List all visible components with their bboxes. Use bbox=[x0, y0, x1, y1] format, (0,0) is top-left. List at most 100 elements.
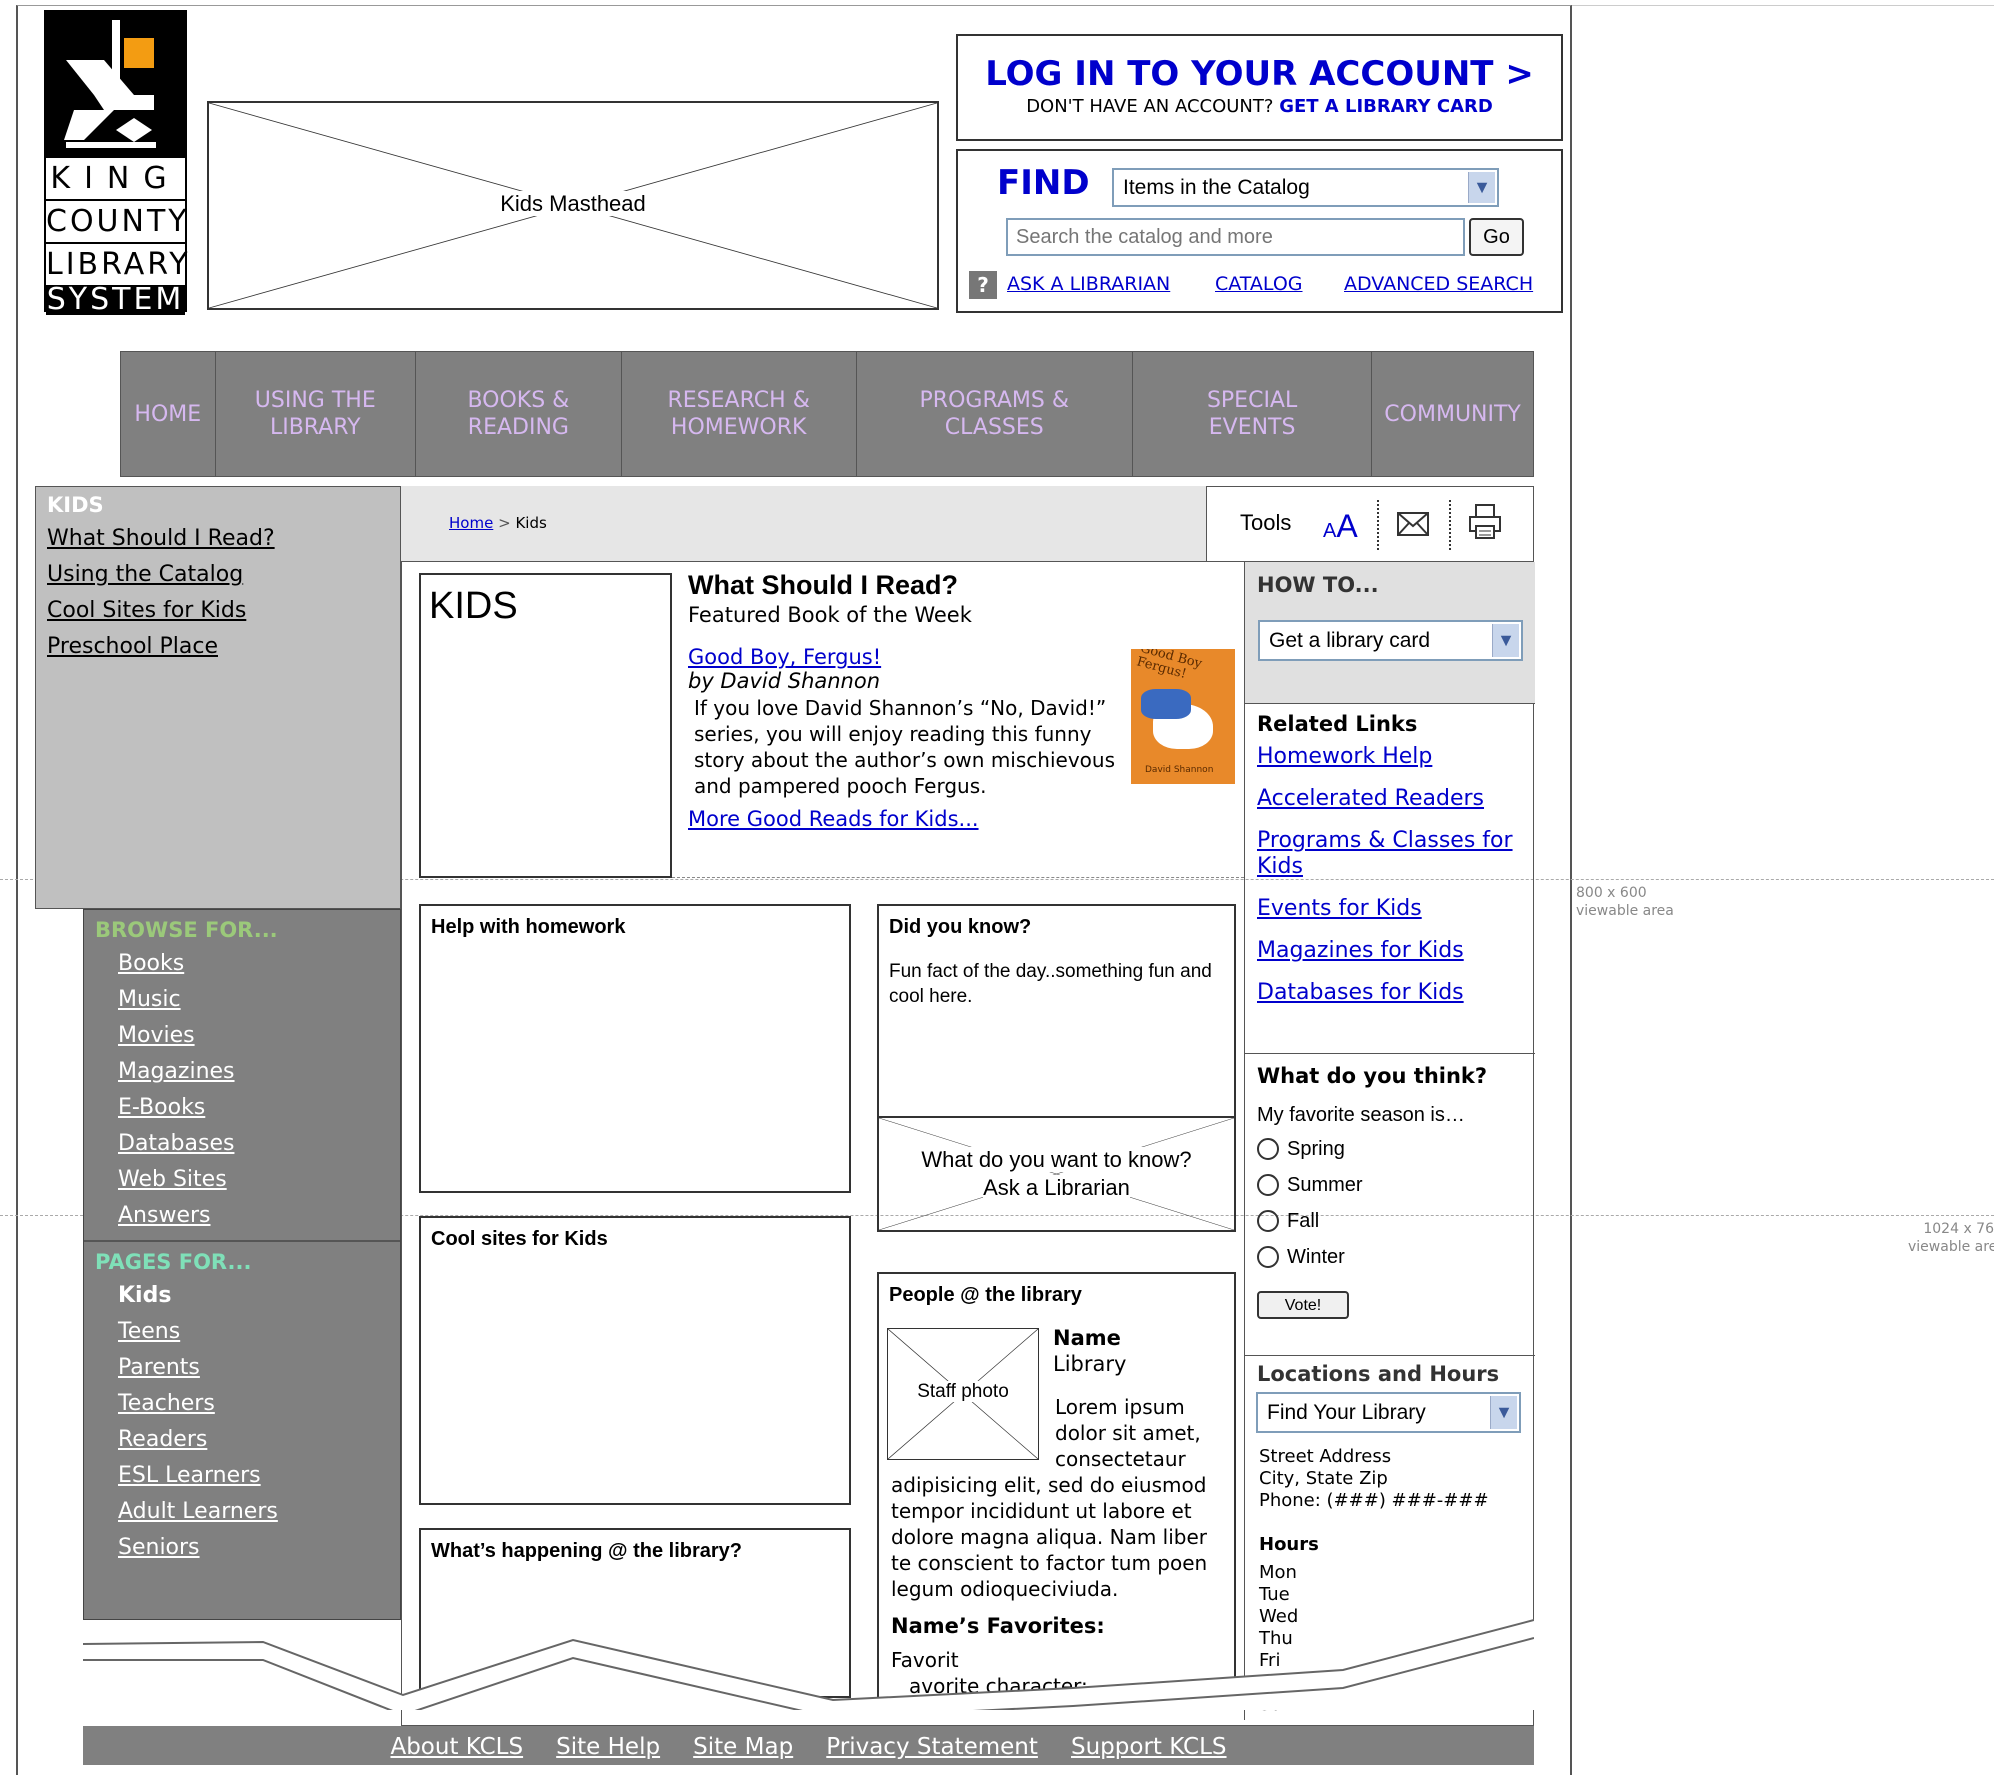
kcls-logo[interactable]: KING COUNTY LIBRARY SYSTEM bbox=[44, 10, 188, 317]
browse-magazines[interactable]: Magazines bbox=[118, 1054, 400, 1090]
footer-site-map-link[interactable]: Site Map bbox=[693, 1734, 793, 1760]
ask-librarian-banner[interactable]: What do you want to know? Ask a Librarian bbox=[877, 1116, 1236, 1232]
ask-a-librarian-link[interactable]: ASK A LIBRARIAN bbox=[1007, 273, 1170, 295]
browse-music[interactable]: Music bbox=[118, 982, 400, 1018]
nav-research-homework[interactable]: RESEARCH & HOMEWORK bbox=[622, 352, 857, 476]
poll-option-fall[interactable]: Fall bbox=[1257, 1203, 1535, 1239]
login-link[interactable]: LOG IN TO YOUR ACCOUNT > bbox=[958, 54, 1561, 94]
help-icon: ? bbox=[969, 271, 997, 299]
browse-answers[interactable]: Answers bbox=[118, 1198, 400, 1234]
homework-title: Help with homework bbox=[431, 916, 626, 938]
browse-books[interactable]: Books bbox=[118, 946, 400, 982]
kids-title: KIDS bbox=[429, 585, 518, 627]
footer-site-help-link[interactable]: Site Help bbox=[556, 1734, 660, 1760]
poll-option-summer[interactable]: Summer bbox=[1257, 1167, 1535, 1203]
logo-mark bbox=[44, 10, 187, 156]
related-accelerated-readers[interactable]: Accelerated Readers bbox=[1257, 786, 1527, 812]
pages-kids-current: Kids bbox=[118, 1283, 172, 1308]
happening-title: What’s happening @ the library? bbox=[431, 1540, 743, 1562]
pages-readers[interactable]: Readers bbox=[118, 1422, 400, 1458]
poll-option-label: Fall bbox=[1287, 1209, 1320, 1232]
pages-seniors[interactable]: Seniors bbox=[118, 1530, 400, 1566]
poll-question: My favorite season is… bbox=[1257, 1104, 1465, 1126]
cool-sites-panel: Cool sites for Kids bbox=[419, 1216, 851, 1505]
catalog-link[interactable]: CATALOG bbox=[1215, 273, 1303, 295]
cool-sites-title: Cool sites for Kids bbox=[431, 1228, 608, 1250]
radio-icon bbox=[1257, 1246, 1279, 1268]
browse-sidebar: BROWSE FOR... Books Music Movies Magazin… bbox=[83, 909, 401, 1620]
locations-title: Locations and Hours bbox=[1257, 1362, 1500, 1386]
tools-divider bbox=[1377, 500, 1379, 550]
poll-option-winter[interactable]: Winter bbox=[1257, 1239, 1535, 1275]
browse-web-sites[interactable]: Web Sites bbox=[118, 1162, 400, 1198]
sidebar-link-what-should-i-read[interactable]: What Should I Read? bbox=[47, 521, 400, 557]
book-cover-image[interactable]: Good Boy Fergus! David Shannon bbox=[1131, 649, 1235, 784]
pages-esl-learners[interactable]: ESL Learners bbox=[118, 1458, 400, 1494]
city-state-zip: City, State Zip bbox=[1259, 1468, 1388, 1489]
poll-option-spring[interactable]: Spring bbox=[1257, 1131, 1535, 1167]
browse-databases[interactable]: Databases bbox=[118, 1126, 400, 1162]
hours-title: Hours bbox=[1259, 1534, 1319, 1555]
footer-about-link[interactable]: About KCLS bbox=[390, 1734, 523, 1760]
cover-author: David Shannon bbox=[1145, 765, 1214, 775]
logo-wordmark: KING COUNTY LIBRARY SYSTEM bbox=[44, 156, 188, 317]
breadcrumb-row: Home > Kids bbox=[449, 514, 547, 532]
sidebar-link-cool-sites[interactable]: Cool Sites for Kids bbox=[47, 593, 400, 629]
related-homework-help[interactable]: Homework Help bbox=[1257, 744, 1527, 770]
footer-support-link[interactable]: Support KCLS bbox=[1071, 1734, 1227, 1760]
email-icon[interactable] bbox=[1397, 512, 1429, 536]
find-title: FIND bbox=[997, 163, 1090, 203]
pages-teachers[interactable]: Teachers bbox=[118, 1386, 400, 1422]
sidebar-link-using-the-catalog[interactable]: Using the Catalog bbox=[47, 557, 400, 593]
related-magazines[interactable]: Magazines for Kids bbox=[1257, 938, 1527, 964]
featured-blurb: If you love David Shannon’s “No, David!”… bbox=[694, 696, 1115, 798]
get-library-card-link[interactable]: GET A LIBRARY CARD bbox=[1279, 96, 1493, 117]
people-title: People @ the library bbox=[889, 1284, 1082, 1306]
breadcrumb: Home > Kids bbox=[401, 486, 1207, 562]
ask-banner-line1: What do you want to know? bbox=[921, 1147, 1192, 1172]
browse-ebooks[interactable]: E-Books bbox=[118, 1090, 400, 1126]
howto-select[interactable]: Get a library card ▼ bbox=[1258, 620, 1523, 661]
related-links: Related Links Homework Help Accelerated … bbox=[1257, 712, 1527, 1022]
nav-special-events[interactable]: SPECIAL EVENTS bbox=[1133, 352, 1373, 476]
sidebar-link-preschool-place[interactable]: Preschool Place bbox=[47, 629, 400, 665]
pages-section: PAGES FOR... Kids Teens Parents Teachers… bbox=[84, 1240, 400, 1566]
related-programs-classes[interactable]: Programs & Classes for Kids bbox=[1257, 828, 1527, 880]
nav-programs-classes[interactable]: PROGRAMS & CLASSES bbox=[857, 352, 1134, 476]
find-your-library-select[interactable]: Find Your Library ▼ bbox=[1256, 1392, 1521, 1433]
more-good-reads-link[interactable]: More Good Reads for Kids... bbox=[688, 807, 1238, 831]
viewport-800-label: 800 x 600 viewable area bbox=[1576, 885, 1674, 919]
kids-sidebar: KIDS What Should I Read? Using the Catal… bbox=[35, 486, 401, 909]
radio-icon bbox=[1257, 1174, 1279, 1196]
font-small-glyph: A bbox=[1323, 520, 1337, 542]
vote-button[interactable]: Vote! bbox=[1257, 1291, 1349, 1319]
browse-movies[interactable]: Movies bbox=[118, 1018, 400, 1054]
search-input[interactable] bbox=[1006, 218, 1465, 256]
find-scope-select[interactable]: Items in the Catalog ▼ bbox=[1112, 168, 1499, 207]
logo-line-system: SYSTEM bbox=[46, 282, 185, 317]
related-databases[interactable]: Databases for Kids bbox=[1257, 980, 1527, 1006]
pages-list: Kids Teens Parents Teachers Readers ESL … bbox=[95, 1278, 400, 1566]
print-icon[interactable] bbox=[1469, 504, 1501, 540]
pages-adult-learners[interactable]: Adult Learners bbox=[118, 1494, 400, 1530]
advanced-search-link[interactable]: ADVANCED SEARCH bbox=[1344, 273, 1533, 295]
breadcrumb-home-link[interactable]: Home bbox=[449, 514, 493, 532]
viewport-1024-label: 1024 x 76 viewable are bbox=[1908, 1221, 1994, 1255]
tools-label: Tools bbox=[1240, 510, 1292, 535]
footer-privacy-link[interactable]: Privacy Statement bbox=[826, 1734, 1038, 1760]
staff-library: Library bbox=[1053, 1352, 1127, 1376]
nav-home[interactable]: HOME bbox=[121, 352, 216, 476]
staff-bio-2: adipisicing elit, sed do eiusmod tempor … bbox=[891, 1473, 1208, 1601]
go-button[interactable]: Go bbox=[1469, 218, 1524, 256]
howto-panel: HOW TO... Get a library card ▼ bbox=[1245, 562, 1535, 704]
pages-parents[interactable]: Parents bbox=[118, 1350, 400, 1386]
logo-line-county: COUNTY bbox=[46, 199, 187, 242]
pages-teens[interactable]: Teens bbox=[118, 1314, 400, 1350]
related-events[interactable]: Events for Kids bbox=[1257, 896, 1527, 922]
nav-using-the-library[interactable]: USING THE LIBRARY bbox=[216, 352, 416, 476]
nav-books-reading[interactable]: BOOKS & READING bbox=[416, 352, 622, 476]
kids-title-box: KIDS bbox=[419, 573, 672, 878]
breadcrumb-current: Kids bbox=[515, 514, 547, 532]
font-size-button[interactable]: AA bbox=[1323, 508, 1358, 545]
nav-community[interactable]: COMMUNITY bbox=[1372, 352, 1533, 476]
